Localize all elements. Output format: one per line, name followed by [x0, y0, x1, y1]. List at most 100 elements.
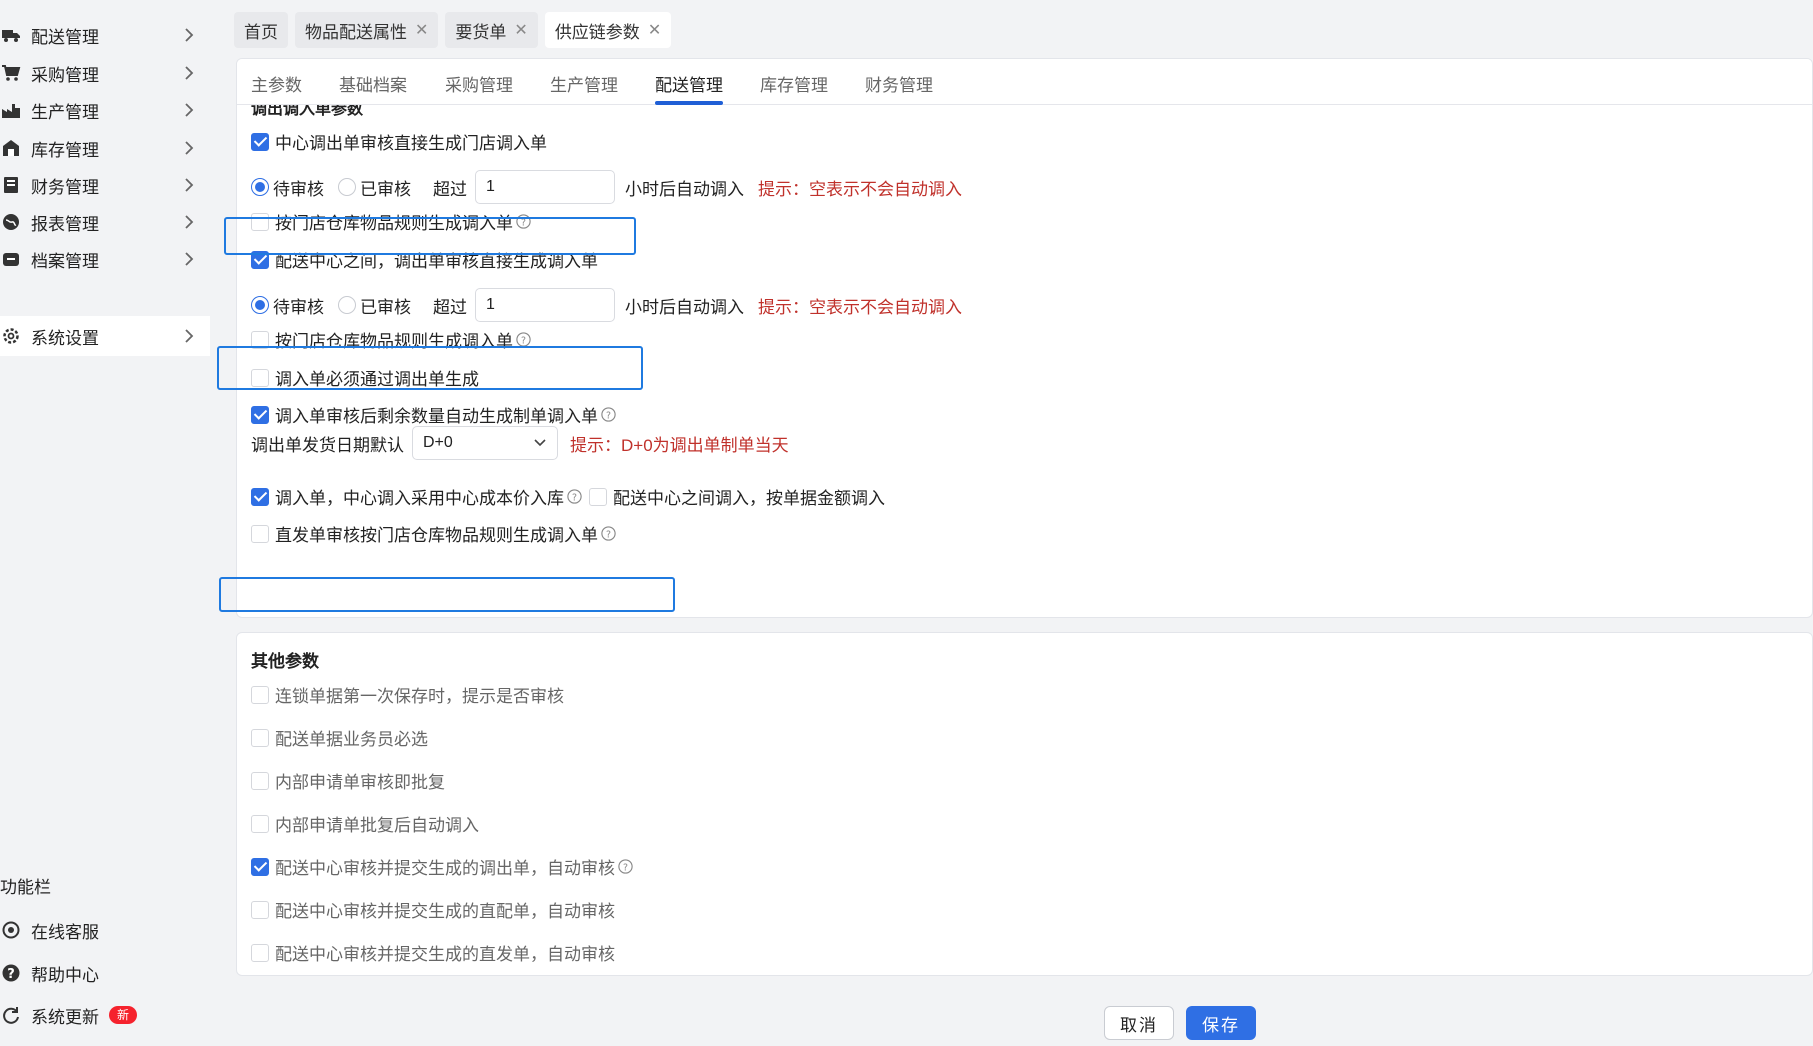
other-option: 配送中心审核并提交生成的直配单，自动审核 [251, 897, 615, 922]
svg-text:?: ? [521, 335, 526, 346]
chevron-right-icon [185, 252, 194, 266]
checkbox[interactable] [589, 487, 607, 506]
subtab-inventory[interactable]: 库存管理 [760, 71, 828, 96]
sidebar: 配送管理 采购管理 生产管理 库存管理 财务管理 报表管理 档案管理 系统设置 … [0, 0, 220, 1046]
other-option: 内部申请单批复后自动调入 [251, 811, 479, 836]
sidebar-item-purchase[interactable]: 采购管理 [0, 53, 210, 93]
cart-icon [0, 62, 22, 84]
subtab-main[interactable]: 主参数 [251, 71, 302, 96]
option-center-out-auto-in: 中心调出单审核直接生成门店调入单 [251, 129, 547, 154]
chevron-right-icon [185, 141, 194, 155]
help-icon[interactable]: ? [566, 488, 583, 505]
checkbox[interactable] [251, 524, 269, 543]
sidebar-item-label: 财务管理 [31, 177, 99, 197]
hours-value: 1 [486, 296, 495, 313]
param-subtabs: 主参数 基础档案 采购管理 生产管理 配送管理 库存管理 财务管理 [237, 59, 1812, 105]
option-label: 直发单审核按门店仓库物品规则生成调入单 [275, 526, 598, 545]
truck-icon [0, 24, 22, 46]
option-label: 配送中心审核并提交生成的调出单，自动审核 [275, 859, 615, 878]
ledger-icon [0, 174, 22, 196]
checkbox[interactable] [251, 943, 269, 962]
new-badge: 新 [109, 1006, 138, 1024]
svg-text:?: ? [572, 492, 577, 503]
radio-pending[interactable] [251, 178, 269, 196]
online-support-item[interactable]: 在线客服 [0, 910, 210, 950]
cancel-button[interactable]: 取消 [1104, 1006, 1174, 1040]
subtab-purchase[interactable]: 采购管理 [445, 71, 513, 96]
subtab-basic-archive[interactable]: 基础档案 [339, 71, 407, 96]
sidebar-item-production[interactable]: 生产管理 [0, 90, 210, 130]
highlight-box [219, 577, 675, 612]
sidebar-item-label: 采购管理 [31, 65, 99, 85]
sidebar-item-finance[interactable]: 财务管理 [0, 165, 210, 205]
hint-text: 提示：空表示不会自动调入 [758, 179, 962, 199]
other-option: 配送中心审核并提交生成的调出单，自动审核 ? [251, 854, 634, 879]
tab-item-delivery-attrs[interactable]: 物品配送属性 ✕ [295, 12, 439, 48]
option-label: 中心调出单审核直接生成门店调入单 [275, 134, 547, 153]
checkbox[interactable] [251, 132, 269, 151]
sidebar-item-label: 配送管理 [31, 27, 99, 47]
radio-approved[interactable] [338, 178, 356, 196]
sidebar-item-settings[interactable]: 系统设置 [0, 316, 210, 356]
subtab-finance[interactable]: 财务管理 [865, 71, 933, 96]
sidebar-item-label: 档案管理 [31, 251, 99, 271]
chevron-right-icon [185, 178, 194, 192]
save-button[interactable]: 保存 [1186, 1006, 1256, 1040]
delivery-params-panel: 调出调入单参数 主参数 基础档案 采购管理 生产管理 配送管理 库存管理 财务管… [236, 58, 1813, 618]
refresh-icon [0, 1004, 22, 1026]
checkbox[interactable] [251, 487, 269, 506]
option-direct-ship-rule: 直发单审核按门店仓库物品规则生成调入单 ? [251, 521, 617, 546]
sidebar-item-delivery[interactable]: 配送管理 [0, 15, 210, 55]
gear-icon [0, 325, 22, 347]
sidebar-item-inventory[interactable]: 库存管理 [0, 128, 210, 168]
function-item-label: 帮助中心 [31, 965, 99, 985]
checkbox[interactable] [251, 900, 269, 919]
function-item-label: 系统更新 [31, 1007, 99, 1027]
hours-input[interactable]: 1 [475, 170, 615, 204]
tab-supply-chain-params[interactable]: 供应链参数 ✕ [544, 12, 672, 48]
tab-requisition[interactable]: 要货单 ✕ [445, 12, 538, 48]
auto-in-row-2: 待审核 已审核 超过 1 小时后自动调入 提示：空表示不会自动调入 [251, 288, 962, 322]
checkbox[interactable] [251, 771, 269, 790]
exceed-label: 超过 [433, 179, 467, 199]
chevron-right-icon [185, 329, 194, 343]
sidebar-item-archive[interactable]: 档案管理 [0, 239, 210, 279]
section-title: 其他参数 [251, 652, 319, 671]
help-icon[interactable]: ? [600, 525, 617, 542]
globe-icon [0, 211, 22, 233]
option-cost-price-row: 调入单，中心调入采用中心成本价入库 ? 配送中心之间调入，按单据金额调入 [251, 484, 885, 509]
function-bar-title: 功能栏 [0, 878, 51, 897]
sidebar-item-reports[interactable]: 报表管理 [0, 202, 210, 242]
other-params-panel: 其他参数 连锁单据第一次保存时，提示是否审核 配送单据业务员必选 内部申请单审核… [236, 632, 1813, 976]
system-update-item[interactable]: 系统更新 新 [0, 995, 210, 1035]
checkbox[interactable] [251, 857, 269, 876]
close-icon[interactable]: ✕ [415, 20, 428, 40]
checkbox[interactable] [251, 685, 269, 704]
tab-label: 要货单 [455, 22, 507, 42]
option-label: 内部申请单审核即批复 [275, 773, 445, 792]
radio-label: 已审核 [360, 179, 411, 199]
close-icon[interactable]: ✕ [648, 20, 661, 40]
subtab-delivery[interactable]: 配送管理 [655, 71, 723, 96]
checkbox[interactable] [251, 728, 269, 747]
tab-home[interactable]: 首页 [234, 12, 288, 48]
help-center-item[interactable]: ? 帮助中心 [0, 953, 210, 993]
subtab-production[interactable]: 生产管理 [550, 71, 618, 96]
radio-pending[interactable] [251, 296, 269, 314]
sidebar-item-label: 报表管理 [31, 214, 99, 234]
highlight-box [217, 346, 643, 390]
hours-suffix: 小时后自动调入 [625, 179, 744, 199]
option-label: 配送中心之间调入，按单据金额调入 [613, 489, 885, 508]
chevron-right-icon [185, 215, 194, 229]
option-label: 配送单据业务员必选 [275, 730, 428, 749]
svg-text:?: ? [623, 862, 628, 873]
checkbox[interactable] [251, 814, 269, 833]
close-icon[interactable]: ✕ [514, 20, 527, 40]
exceed-label: 超过 [433, 297, 467, 317]
radio-label: 已审核 [360, 297, 411, 317]
help-icon[interactable]: ? [617, 858, 634, 875]
radio-approved[interactable] [338, 296, 356, 314]
ship-date-select[interactable]: D+0 [412, 426, 558, 460]
ship-date-hint: 提示：D+0为调出单制单当天 [570, 435, 789, 455]
hours-input[interactable]: 1 [475, 288, 615, 322]
